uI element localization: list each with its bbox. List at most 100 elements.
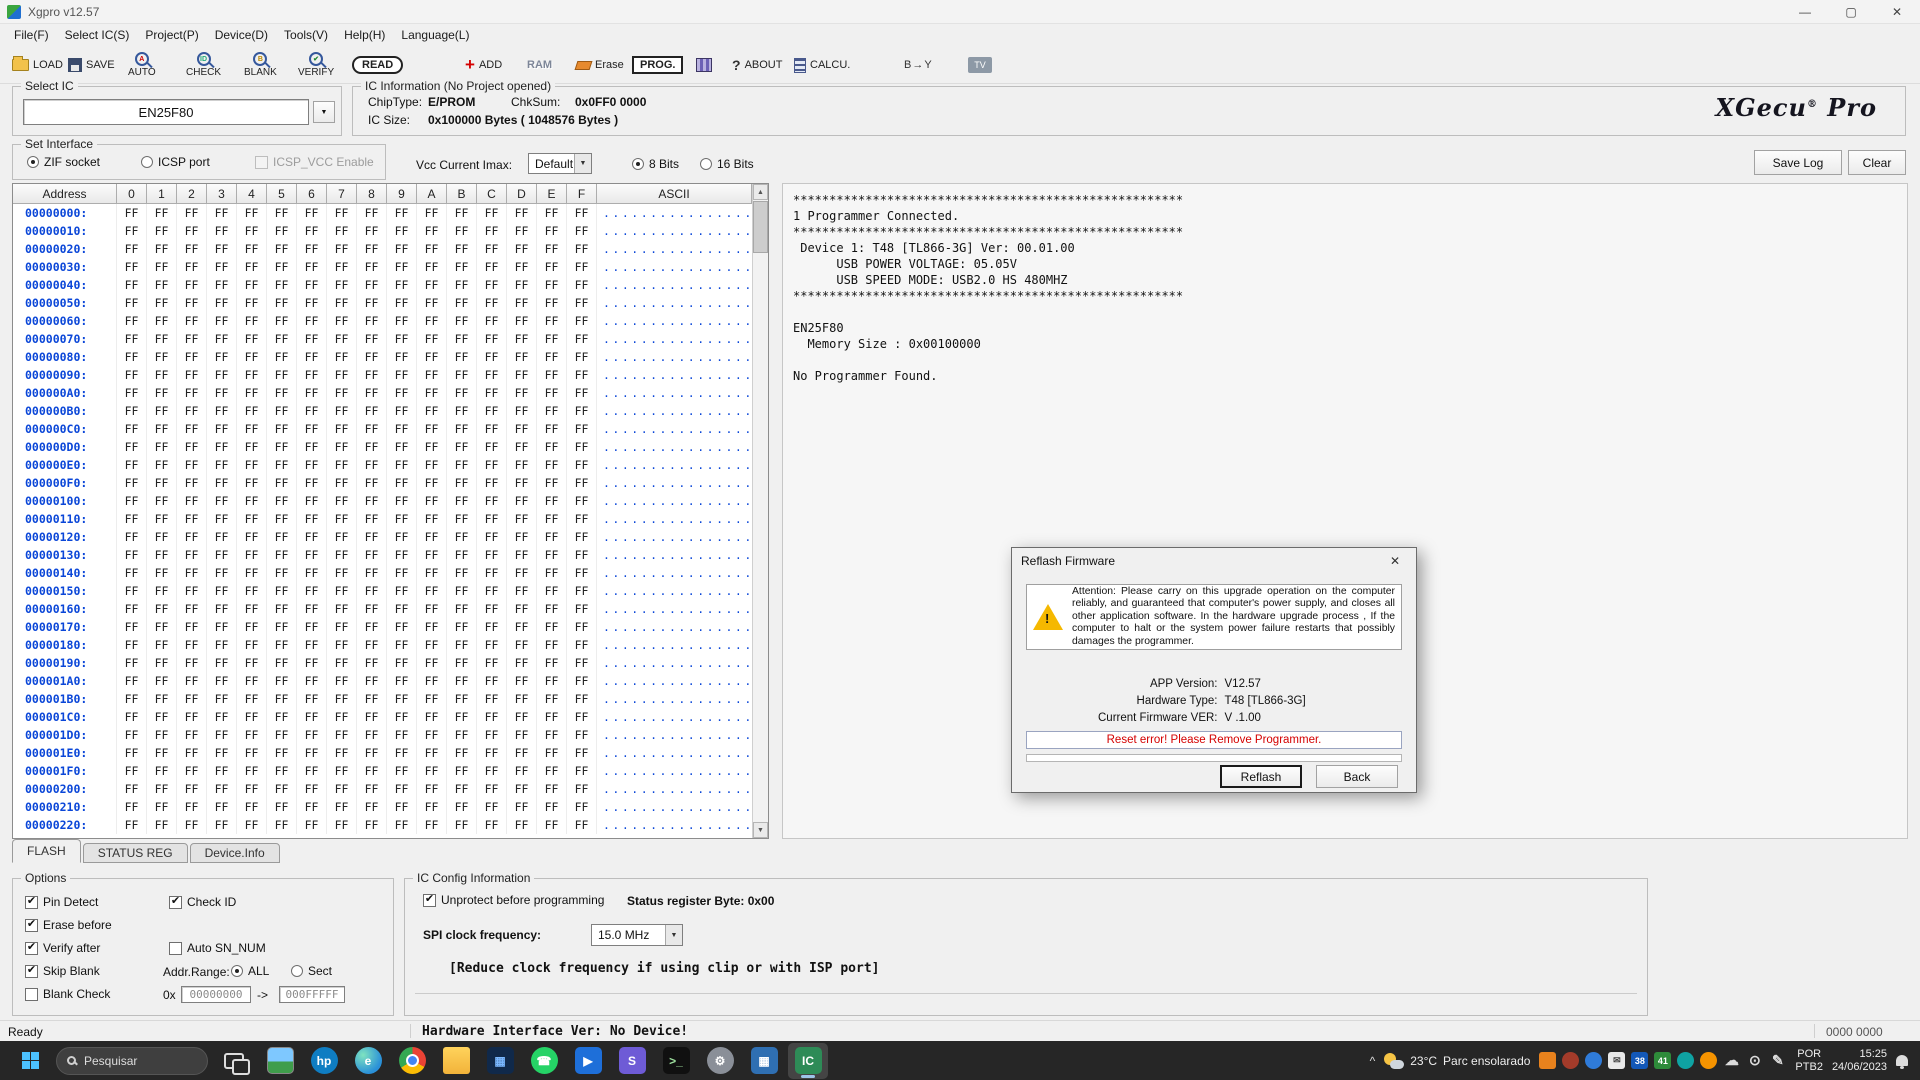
- hex-byte[interactable]: FF: [267, 798, 297, 816]
- hex-byte[interactable]: FF: [387, 798, 417, 816]
- hex-byte[interactable]: FF: [327, 348, 357, 366]
- hex-byte[interactable]: FF: [177, 456, 207, 474]
- hex-byte[interactable]: FF: [297, 366, 327, 384]
- hex-byte[interactable]: FF: [207, 384, 237, 402]
- hex-byte[interactable]: FF: [177, 222, 207, 240]
- hex-byte[interactable]: FF: [327, 204, 357, 222]
- hex-byte[interactable]: FF: [387, 384, 417, 402]
- hex-byte[interactable]: FF: [537, 798, 567, 816]
- hex-byte[interactable]: FF: [387, 294, 417, 312]
- hex-byte[interactable]: FF: [567, 276, 597, 294]
- hex-byte[interactable]: FF: [567, 312, 597, 330]
- hex-byte[interactable]: FF: [147, 672, 177, 690]
- hex-byte[interactable]: FF: [507, 294, 537, 312]
- hex-byte[interactable]: FF: [507, 654, 537, 672]
- hex-byte[interactable]: FF: [327, 726, 357, 744]
- hex-byte[interactable]: FF: [297, 204, 327, 222]
- hex-byte[interactable]: FF: [297, 546, 327, 564]
- hex-byte[interactable]: FF: [447, 546, 477, 564]
- hex-byte[interactable]: FF: [537, 258, 567, 276]
- hex-byte[interactable]: FF: [297, 258, 327, 276]
- hex-byte[interactable]: FF: [477, 510, 507, 528]
- maximize-button[interactable]: ▢: [1828, 0, 1874, 23]
- hex-byte[interactable]: FF: [237, 708, 267, 726]
- hex-byte[interactable]: FF: [387, 618, 417, 636]
- hex-byte[interactable]: FF: [357, 258, 387, 276]
- hex-byte[interactable]: FF: [327, 618, 357, 636]
- hex-byte[interactable]: FF: [477, 222, 507, 240]
- hex-byte[interactable]: FF: [387, 312, 417, 330]
- hex-byte[interactable]: FF: [117, 384, 147, 402]
- hex-byte[interactable]: FF: [267, 204, 297, 222]
- hex-byte[interactable]: FF: [507, 204, 537, 222]
- hex-byte[interactable]: FF: [537, 474, 567, 492]
- hex-byte[interactable]: FF: [387, 780, 417, 798]
- hex-byte[interactable]: FF: [357, 690, 387, 708]
- tab-device-info[interactable]: Device.Info: [190, 843, 280, 863]
- hex-byte[interactable]: FF: [177, 708, 207, 726]
- tray-expand-chevron[interactable]: ^: [1370, 1054, 1376, 1068]
- hex-byte[interactable]: FF: [387, 366, 417, 384]
- hex-byte[interactable]: FF: [537, 294, 567, 312]
- hex-byte[interactable]: FF: [237, 528, 267, 546]
- hex-byte[interactable]: FF: [567, 204, 597, 222]
- hex-byte[interactable]: FF: [537, 780, 567, 798]
- hex-byte[interactable]: FF: [267, 294, 297, 312]
- hex-byte[interactable]: FF: [567, 330, 597, 348]
- hex-byte[interactable]: FF: [267, 492, 297, 510]
- hex-byte[interactable]: FF: [267, 708, 297, 726]
- tray-icon-cloud[interactable]: ☁: [1723, 1052, 1740, 1069]
- hex-byte[interactable]: FF: [327, 690, 357, 708]
- hex-byte[interactable]: FF: [387, 240, 417, 258]
- hex-byte[interactable]: FF: [297, 492, 327, 510]
- hex-byte[interactable]: FF: [357, 816, 387, 834]
- hex-byte[interactable]: FF: [357, 456, 387, 474]
- hex-byte[interactable]: FF: [417, 564, 447, 582]
- hex-byte[interactable]: FF: [147, 294, 177, 312]
- hex-byte[interactable]: FF: [537, 672, 567, 690]
- hex-byte[interactable]: FF: [297, 708, 327, 726]
- hex-byte[interactable]: FF: [417, 420, 447, 438]
- hex-byte[interactable]: FF: [417, 222, 447, 240]
- taskbar-app-calculator[interactable]: ▦: [744, 1043, 784, 1079]
- hex-byte[interactable]: FF: [177, 618, 207, 636]
- select-ic-dropdown-button[interactable]: ▼: [313, 101, 335, 123]
- hex-byte[interactable]: FF: [507, 492, 537, 510]
- hex-byte[interactable]: FF: [387, 474, 417, 492]
- verify-after-checkbox[interactable]: Verify after: [25, 941, 100, 955]
- hex-byte[interactable]: FF: [147, 330, 177, 348]
- hex-byte[interactable]: FF: [567, 420, 597, 438]
- hex-byte[interactable]: FF: [177, 636, 207, 654]
- hex-byte[interactable]: FF: [357, 330, 387, 348]
- hex-byte[interactable]: FF: [357, 384, 387, 402]
- hex-byte[interactable]: FF: [447, 276, 477, 294]
- tray-badge-38[interactable]: 38: [1631, 1052, 1648, 1069]
- hex-byte[interactable]: FF: [147, 492, 177, 510]
- hex-byte[interactable]: FF: [357, 204, 387, 222]
- hex-byte[interactable]: FF: [447, 366, 477, 384]
- menu-help[interactable]: Help(H): [336, 26, 393, 44]
- hex-byte[interactable]: FF: [207, 546, 237, 564]
- hex-byte[interactable]: FF: [477, 492, 507, 510]
- hex-byte[interactable]: FF: [117, 726, 147, 744]
- hex-byte[interactable]: FF: [477, 330, 507, 348]
- hex-byte[interactable]: FF: [507, 780, 537, 798]
- hex-byte[interactable]: FF: [327, 600, 357, 618]
- hex-byte[interactable]: FF: [387, 330, 417, 348]
- hex-byte[interactable]: FF: [117, 348, 147, 366]
- bits-8-radio[interactable]: 8 Bits: [632, 157, 679, 171]
- hex-byte[interactable]: FF: [507, 618, 537, 636]
- hex-byte[interactable]: FF: [507, 366, 537, 384]
- hex-byte[interactable]: FF: [267, 762, 297, 780]
- hex-byte[interactable]: FF: [267, 456, 297, 474]
- hex-byte[interactable]: FF: [537, 240, 567, 258]
- hex-byte[interactable]: FF: [297, 438, 327, 456]
- start-button[interactable]: [10, 1043, 50, 1079]
- hex-byte[interactable]: FF: [387, 546, 417, 564]
- hex-byte[interactable]: FF: [537, 528, 567, 546]
- hex-byte[interactable]: FF: [567, 582, 597, 600]
- hex-byte[interactable]: FF: [417, 456, 447, 474]
- hex-byte[interactable]: FF: [537, 636, 567, 654]
- hex-byte[interactable]: FF: [357, 564, 387, 582]
- hex-byte[interactable]: FF: [567, 366, 597, 384]
